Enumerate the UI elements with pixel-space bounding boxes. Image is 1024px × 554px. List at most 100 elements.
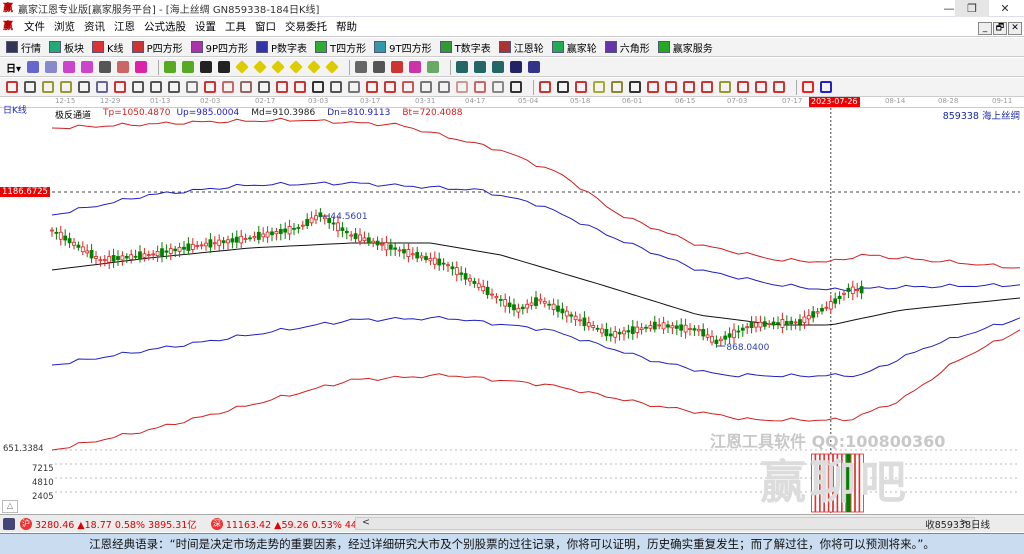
wave-icon[interactable] xyxy=(258,81,270,93)
percent-icon[interactable] xyxy=(557,81,569,93)
rect-icon[interactable] xyxy=(348,81,360,93)
toolbar-button[interactable]: 板块 xyxy=(49,40,84,55)
level-a-icon[interactable] xyxy=(647,81,659,93)
level-b-icon[interactable] xyxy=(665,81,677,93)
infinity-icon[interactable] xyxy=(820,81,832,93)
fib-a-icon[interactable] xyxy=(42,81,54,93)
compress-icon[interactable] xyxy=(289,60,303,74)
bar-icon[interactable] xyxy=(510,81,522,93)
level-g-icon[interactable] xyxy=(755,81,767,93)
prev-icon[interactable] xyxy=(200,61,213,73)
horizontal-scrollbar[interactable]: < > xyxy=(355,517,975,530)
sh-index[interactable]: 沪 3280.46 ▲18.77 0.58% 3895.31亿 xyxy=(20,517,197,531)
toolbar-button[interactable]: P四方形 xyxy=(131,40,183,55)
hand-icon[interactable] xyxy=(355,61,368,73)
toolbar-button[interactable]: T数字表 xyxy=(439,40,491,55)
mdi-minimize-button[interactable]: _ xyxy=(978,22,992,35)
level-c-icon[interactable] xyxy=(683,81,695,93)
parallel-lines-icon[interactable] xyxy=(24,81,36,93)
move-down-icon[interactable] xyxy=(325,60,339,74)
doc-icon[interactable] xyxy=(492,61,505,73)
menu-item[interactable]: 工具 xyxy=(225,19,246,34)
n2-icon[interactable] xyxy=(168,81,180,93)
mdi-restore-button[interactable]: 🗗 xyxy=(993,22,1007,35)
list-icon[interactable] xyxy=(45,61,58,73)
gold-lines-icon[interactable] xyxy=(611,81,623,93)
mdi-close-button[interactable]: ✕ xyxy=(1008,22,1022,35)
menu-item[interactable]: 浏览 xyxy=(54,19,75,34)
toolbar-button[interactable]: P数字表 xyxy=(256,40,307,55)
cycle-icon[interactable] xyxy=(427,61,440,73)
period-day-icon[interactable]: 日▾ xyxy=(6,60,21,75)
cube-icon[interactable] xyxy=(384,81,396,93)
chart-type-icon[interactable] xyxy=(27,61,40,73)
calculator-icon[interactable] xyxy=(474,61,487,73)
trend-icon[interactable] xyxy=(391,61,404,73)
gift-icon[interactable] xyxy=(409,61,422,73)
close-button[interactable]: ✕ xyxy=(988,0,1022,17)
arrow-up-icon[interactable] xyxy=(276,81,288,93)
calendar-icon[interactable] xyxy=(456,61,469,73)
grid-b-icon[interactable] xyxy=(456,81,468,93)
save-icon[interactable] xyxy=(510,61,523,73)
level-h-icon[interactable] xyxy=(773,81,785,93)
toolbar-button[interactable]: 行情 xyxy=(6,40,41,55)
arrow-down-icon[interactable] xyxy=(294,81,306,93)
toolbar-button[interactable]: 9T四方形 xyxy=(374,40,432,55)
toolbar-button[interactable]: 9P四方形 xyxy=(190,40,248,55)
menu-item[interactable]: 资讯 xyxy=(84,19,105,34)
gold-circle-icon[interactable] xyxy=(593,81,605,93)
crosshair-icon[interactable] xyxy=(373,61,386,73)
percent-a-icon[interactable] xyxy=(539,81,551,93)
toolbar-button[interactable]: 赢家服务 xyxy=(657,40,713,55)
menu-item[interactable]: 文件 xyxy=(24,19,45,34)
expand-icon[interactable] xyxy=(271,60,285,74)
fib-b-icon[interactable] xyxy=(60,81,72,93)
box-icon[interactable] xyxy=(240,81,252,93)
last-icon[interactable] xyxy=(182,61,195,73)
zoom-in-icon[interactable] xyxy=(235,60,249,74)
lines-icon[interactable] xyxy=(492,81,504,93)
target-icon[interactable] xyxy=(204,81,216,93)
zoom-out-icon[interactable] xyxy=(253,60,267,74)
gann-icon[interactable] xyxy=(117,61,130,73)
pencil-icon[interactable] xyxy=(629,81,641,93)
grid-icon[interactable] xyxy=(312,81,324,93)
draw-icon[interactable] xyxy=(114,81,126,93)
first-icon[interactable] xyxy=(164,61,177,73)
angle-icon[interactable] xyxy=(186,81,198,93)
fib-d-icon[interactable] xyxy=(96,81,108,93)
menu-item[interactable]: 窗口 xyxy=(255,19,276,34)
gann-angle-icon[interactable] xyxy=(420,81,432,93)
scroll-left-button[interactable]: < xyxy=(362,517,370,528)
level-d-icon[interactable] xyxy=(701,81,713,93)
toolbar-button[interactable]: 江恩轮 xyxy=(498,40,544,55)
grid-c-icon[interactable] xyxy=(474,81,486,93)
indicator-a-icon[interactable] xyxy=(63,61,76,73)
next-icon[interactable] xyxy=(218,61,231,73)
hash-lines-icon[interactable] xyxy=(150,81,162,93)
fib-c-icon[interactable] xyxy=(78,81,90,93)
level-e-icon[interactable] xyxy=(719,81,731,93)
toolbar-button[interactable]: 赢家轮 xyxy=(551,40,597,55)
range-icon[interactable] xyxy=(330,81,342,93)
menu-item[interactable]: 公式选股 xyxy=(144,19,186,34)
color-icon[interactable] xyxy=(135,61,148,73)
move-up-icon[interactable] xyxy=(307,60,321,74)
menu-item[interactable]: 设置 xyxy=(195,19,216,34)
restore-button[interactable]: ❐ xyxy=(955,0,989,17)
circle-icon[interactable] xyxy=(132,81,144,93)
candle-icon[interactable] xyxy=(99,61,112,73)
menu-item[interactable]: 交易委托 xyxy=(285,19,327,34)
indicator-b-icon[interactable] xyxy=(81,61,94,73)
pen-icon[interactable] xyxy=(6,81,18,93)
percent-b-icon[interactable] xyxy=(575,81,587,93)
truck-icon[interactable] xyxy=(528,61,541,73)
level-f-icon[interactable] xyxy=(737,81,749,93)
toolbar-button[interactable]: K线 xyxy=(92,40,124,55)
menu-item[interactable]: 江恩 xyxy=(114,19,135,34)
toolbar-button[interactable]: T四方形 xyxy=(315,40,366,55)
fan-icon[interactable] xyxy=(366,81,378,93)
gann-box-icon[interactable] xyxy=(402,81,414,93)
quote-grid-icon[interactable] xyxy=(3,517,15,530)
